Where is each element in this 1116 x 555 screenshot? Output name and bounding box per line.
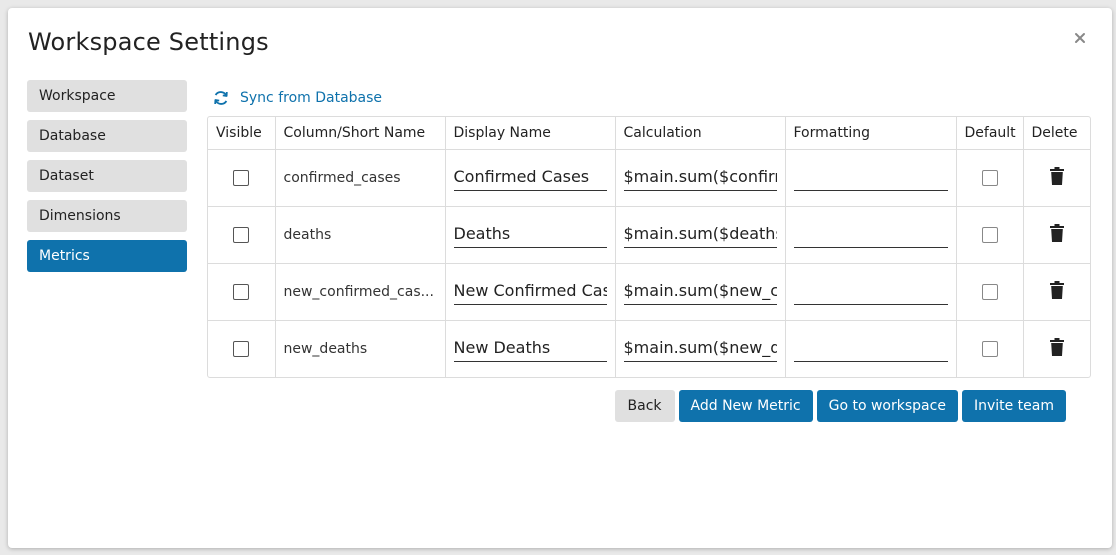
- header-visible: Visible: [208, 117, 276, 150]
- header-formatting: Formatting: [785, 117, 957, 150]
- trash-icon: [1049, 224, 1064, 242]
- sync-icon: [214, 91, 228, 105]
- table-row: new_deaths: [208, 320, 1090, 377]
- display-name-input[interactable]: [453, 222, 607, 248]
- footer-buttons: Back Add New Metric Go to workspace Invi…: [614, 390, 1066, 422]
- short-name: confirmed_cases: [283, 170, 401, 186]
- formatting-input[interactable]: [793, 222, 948, 248]
- sync-from-database-link[interactable]: Sync from Database: [212, 88, 382, 108]
- visible-checkbox[interactable]: [233, 227, 250, 243]
- short-name: new_confirmed_cas...: [283, 284, 434, 300]
- formatting-input[interactable]: [793, 279, 948, 305]
- display-name-input[interactable]: [453, 336, 607, 362]
- display-name-input[interactable]: [453, 165, 607, 191]
- default-checkbox[interactable]: [981, 284, 998, 300]
- workspace-settings-modal: Workspace Settings Workspace Database Da…: [8, 8, 1112, 548]
- delete-button[interactable]: [1049, 167, 1064, 189]
- header-calculation: Calculation: [615, 117, 786, 150]
- table-row: new_confirmed_cas...: [208, 263, 1090, 321]
- table-row: deaths: [208, 206, 1090, 264]
- go-to-workspace-button[interactable]: Go to workspace: [816, 390, 958, 422]
- delete-button[interactable]: [1049, 281, 1064, 303]
- modal-title: Workspace Settings: [28, 28, 269, 56]
- add-new-metric-button[interactable]: Add New Metric: [678, 390, 813, 422]
- display-name-input[interactable]: [453, 279, 607, 305]
- invite-team-button[interactable]: Invite team: [961, 390, 1066, 422]
- delete-button[interactable]: [1049, 338, 1064, 360]
- table-header-row: Visible Column/Short Name Display Name C…: [208, 117, 1090, 150]
- metrics-table: Visible Column/Short Name Display Name C…: [207, 116, 1091, 378]
- sync-label: Sync from Database: [240, 90, 383, 106]
- calculation-input[interactable]: [623, 222, 777, 248]
- trash-icon: [1049, 338, 1064, 356]
- trash-icon: [1049, 167, 1064, 185]
- nav-item-database[interactable]: Database: [27, 120, 187, 152]
- nav-item-dataset[interactable]: Dataset: [27, 160, 187, 192]
- nav-item-metrics[interactable]: Metrics: [27, 240, 187, 272]
- short-name: deaths: [283, 227, 332, 243]
- delete-button[interactable]: [1049, 224, 1064, 246]
- formatting-input[interactable]: [793, 336, 948, 362]
- visible-checkbox[interactable]: [233, 284, 250, 300]
- default-checkbox[interactable]: [981, 341, 998, 357]
- header-column-short-name: Column/Short Name: [275, 117, 446, 150]
- visible-checkbox[interactable]: [233, 341, 250, 357]
- trash-icon: [1049, 281, 1064, 299]
- short-name: new_deaths: [283, 341, 368, 357]
- calculation-input[interactable]: [623, 279, 777, 305]
- nav-item-workspace[interactable]: Workspace: [27, 80, 187, 112]
- calculation-input[interactable]: [623, 336, 777, 362]
- default-checkbox[interactable]: [981, 170, 998, 186]
- side-nav: Workspace Database Dataset Dimensions Me…: [27, 80, 187, 280]
- visible-checkbox[interactable]: [233, 170, 250, 186]
- back-button[interactable]: Back: [614, 390, 675, 422]
- header-default: Default: [956, 117, 1024, 150]
- close-button[interactable]: [1072, 30, 1090, 48]
- close-icon: [1075, 33, 1085, 43]
- default-checkbox[interactable]: [981, 227, 998, 243]
- formatting-input[interactable]: [793, 165, 948, 191]
- nav-item-dimensions[interactable]: Dimensions: [27, 200, 187, 232]
- header-delete: Delete: [1023, 117, 1090, 150]
- header-display-name: Display Name: [445, 117, 616, 150]
- calculation-input[interactable]: [623, 165, 777, 191]
- table-row: confirmed_cases: [208, 149, 1090, 207]
